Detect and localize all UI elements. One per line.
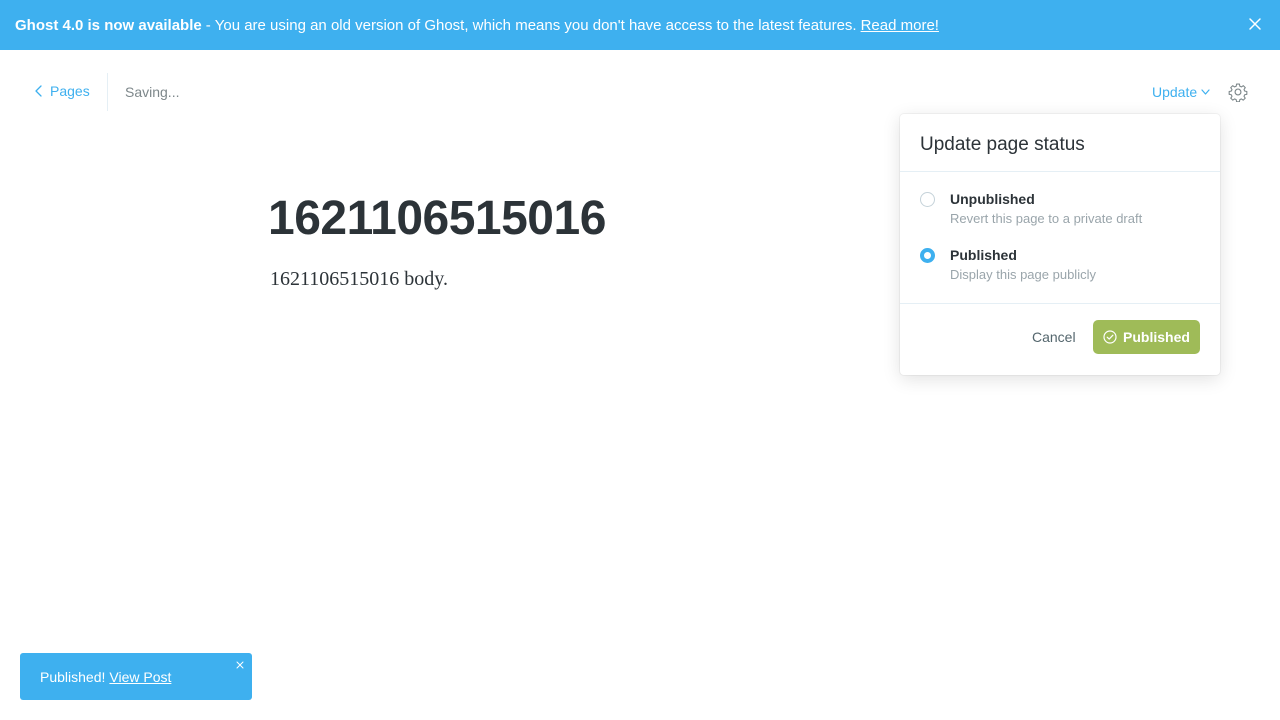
save-status: Saving... — [125, 84, 180, 100]
header-divider — [107, 73, 108, 111]
banner-message: You are using an old version of Ghost, w… — [214, 16, 857, 34]
publish-button[interactable]: Published — [1093, 320, 1200, 354]
update-dropdown-trigger[interactable]: Update — [1152, 84, 1210, 100]
update-label: Update — [1152, 84, 1198, 100]
option-label: Unpublished — [950, 191, 1035, 207]
update-banner: Ghost 4.0 is now available - You are usi… — [0, 0, 1280, 50]
chevron-left-icon — [35, 85, 42, 97]
back-to-pages-link[interactable]: Pages — [34, 83, 90, 99]
option-description: Display this page publicly — [950, 267, 1096, 282]
published-notification: Published! View Post — [20, 653, 252, 700]
close-icon[interactable] — [236, 661, 244, 669]
unpublished-radio[interactable] — [920, 192, 935, 207]
check-circle-icon — [1103, 330, 1117, 344]
close-icon[interactable] — [1248, 17, 1262, 31]
option-description: Revert this page to a private draft — [950, 211, 1143, 226]
publish-button-label: Published — [1123, 329, 1190, 345]
read-more-link[interactable]: Read more! — [861, 17, 939, 34]
dropdown-divider — [900, 303, 1220, 304]
back-link-label: Pages — [50, 83, 90, 99]
dropdown-divider — [900, 171, 1220, 172]
view-post-link[interactable]: View Post — [109, 669, 171, 685]
chevron-down-icon — [1201, 89, 1210, 95]
banner-title: Ghost 4.0 is now available — [15, 16, 202, 34]
option-label: Published — [950, 247, 1017, 263]
gear-icon[interactable] — [1228, 82, 1248, 102]
post-body[interactable]: 1621106515016 body. — [270, 266, 448, 292]
toast-message: Published! — [40, 668, 106, 685]
cancel-button[interactable]: Cancel — [1032, 329, 1076, 345]
published-radio[interactable] — [920, 248, 935, 263]
dropdown-title: Update page status — [920, 134, 1085, 155]
banner-separator: - — [205, 16, 211, 34]
post-title[interactable]: 1621106515016 — [268, 190, 606, 248]
